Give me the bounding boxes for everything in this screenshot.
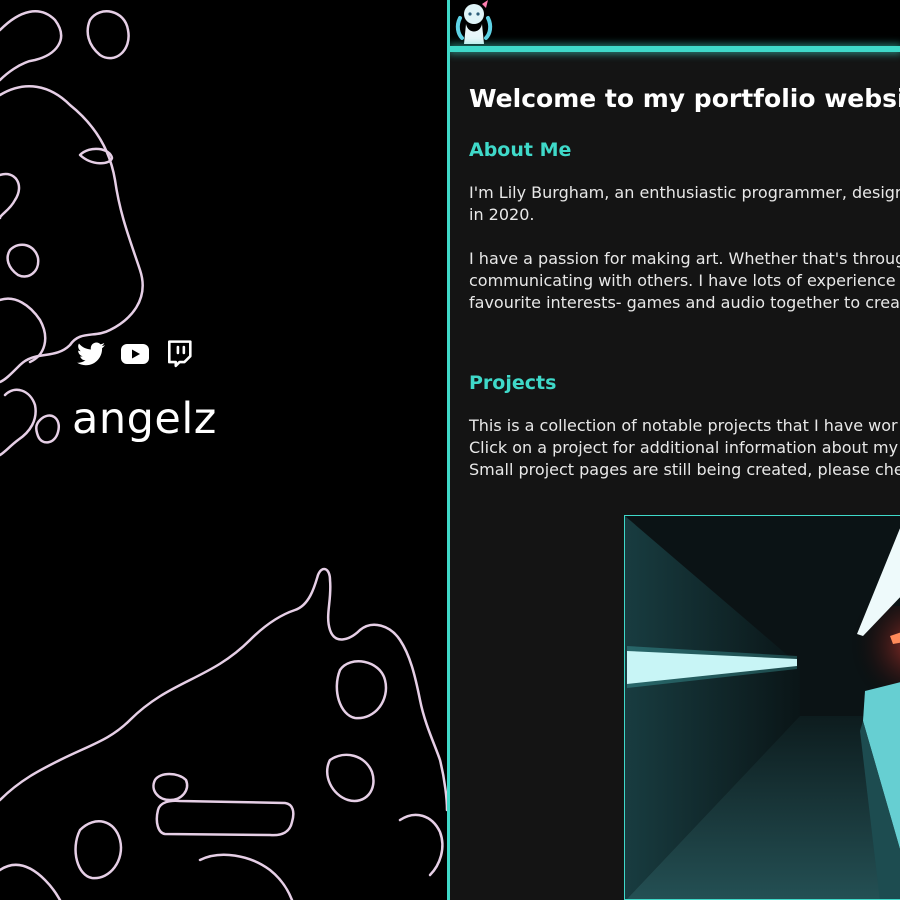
project-thumbnail bbox=[625, 516, 900, 899]
about-line: communicating with others. I have lots o… bbox=[469, 271, 896, 290]
youtube-icon[interactable] bbox=[119, 340, 151, 368]
projects-line: Click on a project for additional inform… bbox=[469, 438, 899, 457]
social-links bbox=[75, 340, 195, 368]
project-card[interactable] bbox=[624, 515, 900, 900]
about-heading: About Me bbox=[469, 139, 572, 161]
content-area: Welcome to my portfolio website! About M… bbox=[469, 84, 900, 481]
page-title: Welcome to my portfolio website! bbox=[469, 84, 900, 113]
header-accent-line bbox=[450, 46, 900, 52]
projects-heading: Projects bbox=[469, 372, 557, 394]
avatar[interactable] bbox=[452, 0, 498, 44]
brand-name: angelz bbox=[72, 394, 217, 444]
twitter-icon[interactable] bbox=[75, 340, 107, 368]
hero-panel: angelz bbox=[0, 0, 447, 900]
main-panel: Welcome to my portfolio website! About M… bbox=[447, 0, 900, 900]
about-line: in 2020. bbox=[469, 205, 535, 224]
top-bar bbox=[450, 0, 900, 46]
about-line: I'm Lily Burgham, an enthusiastic progra… bbox=[469, 183, 900, 202]
projects-line: This is a collection of notable projects… bbox=[469, 416, 898, 435]
twitch-icon[interactable] bbox=[163, 340, 195, 368]
projects-line: Small project pages are still being crea… bbox=[469, 460, 900, 479]
outline-artwork bbox=[0, 10, 447, 900]
about-line: I have a passion for making art. Whether… bbox=[469, 249, 900, 268]
about-line: favourite interests- games and audio tog… bbox=[469, 293, 900, 312]
about-text: I'm Lily Burgham, an enthusiastic progra… bbox=[469, 182, 900, 314]
projects-text: This is a collection of notable projects… bbox=[469, 415, 900, 481]
